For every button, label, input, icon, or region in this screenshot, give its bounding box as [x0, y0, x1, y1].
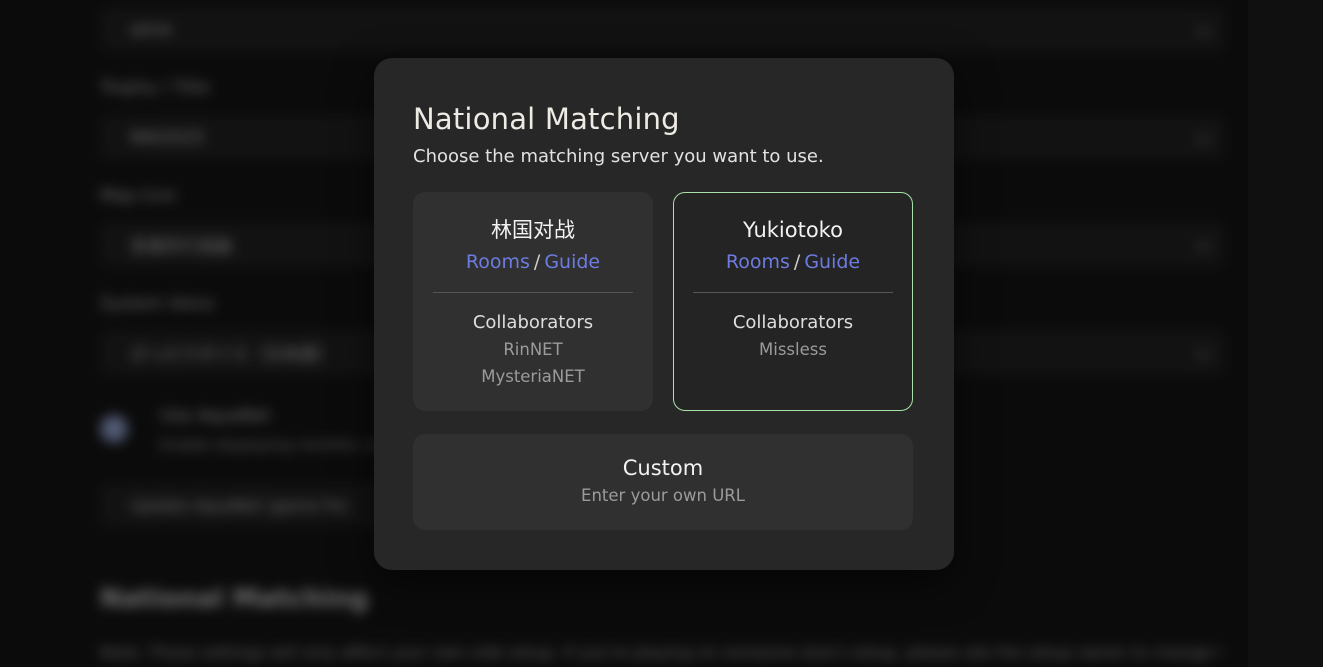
custom-server-card[interactable]: Custom Enter your own URL	[413, 434, 913, 530]
link-separator: /	[530, 251, 544, 273]
modal-title: National Matching	[413, 102, 680, 136]
server-name: 林国对战	[491, 216, 575, 244]
server-card-yukiotoko[interactable]: Yukiotoko Rooms/Guide Collaborators Miss…	[673, 192, 913, 411]
rooms-link[interactable]: Rooms	[466, 251, 530, 273]
server-card-linguo[interactable]: 林国对战 Rooms/Guide Collaborators RinNET My…	[413, 192, 653, 411]
custom-card-subtitle: Enter your own URL	[581, 484, 745, 508]
custom-card-title: Custom	[623, 454, 703, 482]
collaborator-name: RinNET	[503, 336, 562, 363]
card-divider	[433, 292, 633, 293]
page: aime Trophy / Title MAI2025 Map Icon 圣者的…	[0, 0, 1323, 667]
link-separator: /	[790, 251, 804, 273]
collaborators-label: Collaborators	[473, 310, 593, 336]
guide-link[interactable]: Guide	[804, 251, 860, 273]
rooms-link[interactable]: Rooms	[726, 251, 790, 273]
server-name: Yukiotoko	[743, 216, 843, 244]
collaborator-name: MysteriaNET	[481, 363, 585, 390]
server-links: Rooms/Guide	[726, 249, 860, 275]
server-links: Rooms/Guide	[466, 249, 600, 275]
card-divider	[693, 292, 893, 293]
modal-subtitle: Choose the matching server you want to u…	[413, 146, 824, 167]
national-matching-modal: National Matching Choose the matching se…	[374, 58, 954, 570]
server-cards-row: 林国对战 Rooms/Guide Collaborators RinNET My…	[413, 192, 913, 411]
collaborator-name: Missless	[759, 336, 827, 363]
guide-link[interactable]: Guide	[544, 251, 600, 273]
collaborators-label: Collaborators	[733, 310, 853, 336]
